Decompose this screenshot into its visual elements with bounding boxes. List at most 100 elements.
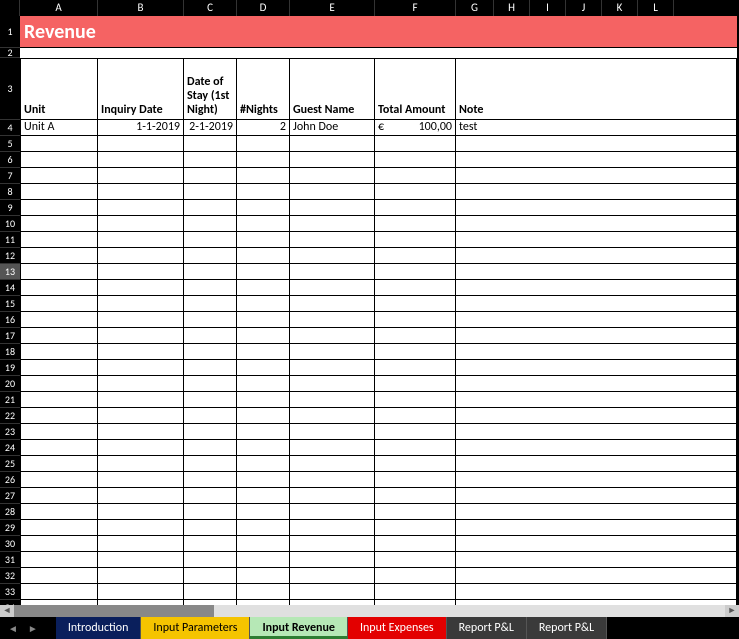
cell-inquiry-date[interactable] xyxy=(98,392,184,408)
cell-unit[interactable] xyxy=(20,360,98,376)
cell-guest-name[interactable] xyxy=(290,136,375,152)
cell-nights[interactable] xyxy=(237,360,290,376)
cell-nights[interactable] xyxy=(237,488,290,504)
tab-nav-prev[interactable]: ◄ xyxy=(8,622,18,635)
cell-nights[interactable] xyxy=(237,584,290,600)
cell-unit[interactable] xyxy=(20,312,98,328)
header-guest-name[interactable]: Guest Name xyxy=(290,58,375,120)
cell-total-amount[interactable] xyxy=(375,200,456,216)
cell-nights[interactable] xyxy=(237,456,290,472)
cell-total-amount[interactable] xyxy=(375,360,456,376)
cell-total-amount[interactable] xyxy=(375,232,456,248)
cell-nights[interactable] xyxy=(237,136,290,152)
cell-total-amount[interactable] xyxy=(375,392,456,408)
cell-unit[interactable] xyxy=(20,328,98,344)
cell-inquiry-date[interactable] xyxy=(98,232,184,248)
col-header-b[interactable]: B xyxy=(98,0,184,16)
cell-note[interactable] xyxy=(456,168,737,184)
cell-date-of-stay[interactable] xyxy=(184,408,237,424)
cell-inquiry-date[interactable] xyxy=(98,584,184,600)
cell-total-amount[interactable] xyxy=(375,472,456,488)
cell-date-of-stay[interactable] xyxy=(184,328,237,344)
col-header-e[interactable]: E xyxy=(290,0,375,16)
cell-inquiry-date[interactable] xyxy=(98,168,184,184)
cell-guest-name[interactable] xyxy=(290,328,375,344)
cell-total-amount[interactable]: €100,00 xyxy=(375,120,456,136)
cell-nights[interactable] xyxy=(237,552,290,568)
cell-note[interactable] xyxy=(456,376,737,392)
cell-total-amount[interactable] xyxy=(375,520,456,536)
row-header[interactable]: 3 xyxy=(0,58,20,120)
cell-nights[interactable] xyxy=(237,152,290,168)
cell-unit[interactable] xyxy=(20,184,98,200)
cell-unit[interactable] xyxy=(20,216,98,232)
row-header[interactable]: 10 xyxy=(0,216,20,232)
cell-inquiry-date[interactable] xyxy=(98,248,184,264)
tab-nav-next[interactable]: ► xyxy=(28,622,38,635)
scroll-right-arrow[interactable]: ► xyxy=(725,605,739,617)
cell-date-of-stay[interactable] xyxy=(184,232,237,248)
cell-unit[interactable] xyxy=(20,344,98,360)
cell-note[interactable] xyxy=(456,232,737,248)
tab-report-p-l[interactable]: Report P&L xyxy=(527,617,607,639)
cell-unit[interactable] xyxy=(20,280,98,296)
row-header[interactable]: 25 xyxy=(0,456,20,472)
cell-date-of-stay[interactable] xyxy=(184,424,237,440)
row-header[interactable]: 26 xyxy=(0,472,20,488)
cell-note[interactable] xyxy=(456,216,737,232)
row-header[interactable]: 22 xyxy=(0,408,20,424)
scroll-thumb[interactable] xyxy=(14,605,214,617)
cell-inquiry-date[interactable] xyxy=(98,376,184,392)
header-unit[interactable]: Unit xyxy=(20,58,98,120)
row-header[interactable]: 32 xyxy=(0,568,20,584)
cell-guest-name[interactable] xyxy=(290,552,375,568)
cell-nights[interactable] xyxy=(237,232,290,248)
cell-date-of-stay[interactable] xyxy=(184,264,237,280)
cell-unit[interactable] xyxy=(20,504,98,520)
cell-inquiry-date[interactable] xyxy=(98,312,184,328)
cell-nights[interactable] xyxy=(237,408,290,424)
cell-nights[interactable] xyxy=(237,472,290,488)
cell-guest-name[interactable] xyxy=(290,232,375,248)
cell-unit[interactable] xyxy=(20,136,98,152)
cell-unit[interactable] xyxy=(20,152,98,168)
cell-guest-name[interactable] xyxy=(290,408,375,424)
row-header[interactable]: 11 xyxy=(0,232,20,248)
cell-note[interactable] xyxy=(456,264,737,280)
row-header[interactable]: 18 xyxy=(0,344,20,360)
cell-date-of-stay[interactable] xyxy=(184,504,237,520)
cell-note[interactable] xyxy=(456,360,737,376)
cell-note[interactable] xyxy=(456,536,737,552)
cell-date-of-stay[interactable] xyxy=(184,296,237,312)
row-header[interactable]: 14 xyxy=(0,280,20,296)
cell-total-amount[interactable] xyxy=(375,248,456,264)
cell-total-amount[interactable] xyxy=(375,456,456,472)
cell-date-of-stay[interactable] xyxy=(184,488,237,504)
cell-inquiry-date[interactable] xyxy=(98,152,184,168)
col-header-d[interactable]: D xyxy=(237,0,290,16)
cell-guest-name[interactable] xyxy=(290,424,375,440)
cell-nights[interactable] xyxy=(237,168,290,184)
cell-note[interactable] xyxy=(456,200,737,216)
cell-guest-name[interactable] xyxy=(290,440,375,456)
cell-note[interactable] xyxy=(456,584,737,600)
row-header[interactable]: 33 xyxy=(0,584,20,600)
row-header[interactable]: 6 xyxy=(0,152,20,168)
cell-nights[interactable] xyxy=(237,520,290,536)
row-header[interactable]: 31 xyxy=(0,552,20,568)
cell-nights[interactable] xyxy=(237,440,290,456)
cell-unit[interactable] xyxy=(20,520,98,536)
cell-total-amount[interactable] xyxy=(375,424,456,440)
cell-inquiry-date[interactable] xyxy=(98,184,184,200)
cell-unit[interactable] xyxy=(20,264,98,280)
row-header[interactable]: 30 xyxy=(0,536,20,552)
cell-inquiry-date[interactable] xyxy=(98,552,184,568)
tab-input-parameters[interactable]: Input Parameters xyxy=(141,617,250,639)
col-header-f[interactable]: F xyxy=(375,0,456,16)
cell-total-amount[interactable] xyxy=(375,136,456,152)
cell-total-amount[interactable] xyxy=(375,536,456,552)
cell-guest-name[interactable] xyxy=(290,472,375,488)
cell-unit[interactable] xyxy=(20,488,98,504)
cell-note[interactable] xyxy=(456,248,737,264)
col-header-g[interactable]: G xyxy=(456,0,494,16)
